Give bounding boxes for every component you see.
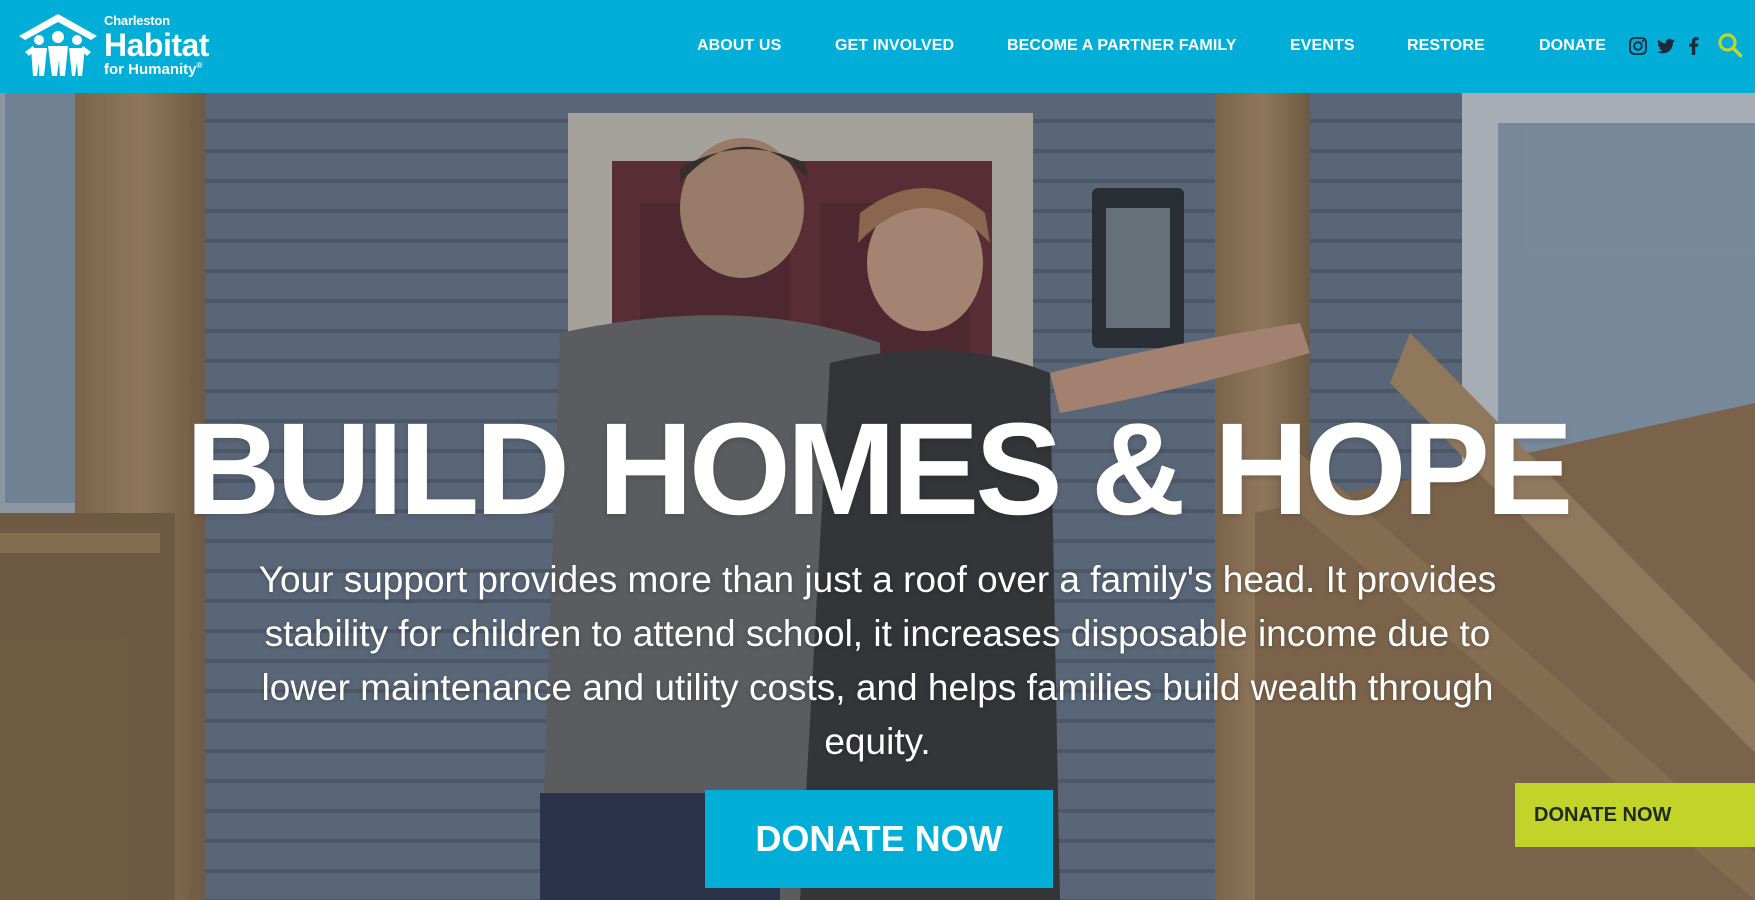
habitat-logo[interactable]: Charleston Habitat for Humanity® [17,12,217,80]
habitat-house-icon [19,14,97,76]
search-icon[interactable] [1717,32,1743,58]
hero-subtext: Your support provides more than just a r… [258,559,1497,762]
logo-line-humanity: for Humanity® [104,61,203,78]
nav-item-donate[interactable]: DONATE [1539,37,1606,55]
site-header: Charleston Habitat for Humanity® ABOUT U… [0,0,1755,93]
logo-line-habitat: Habitat [104,27,209,63]
logo-line-charleston: Charleston [104,13,170,28]
nav-item-restore[interactable]: RESTORE [1407,37,1485,55]
nav-item-become-partner-family[interactable]: BECOME A PARTNER FAMILY [1007,37,1237,55]
nav-item-get-involved[interactable]: GET INVOLVED [835,37,954,55]
nav-item-about-us[interactable]: ABOUT US [697,37,781,55]
hero-donate-now-button[interactable]: DONATE NOW [705,790,1053,888]
instagram-icon[interactable] [1628,36,1648,56]
hero-headline: BUILD HOMES & HOPE [185,395,1574,542]
floating-donate-now-button[interactable]: DONATE NOW [1515,783,1755,847]
hero-section: BUILD HOMES & HOPE Your support provides… [0,93,1755,900]
twitter-icon[interactable] [1656,36,1676,56]
nav-item-events[interactable]: EVENTS [1290,37,1355,55]
facebook-icon[interactable] [1684,36,1704,56]
